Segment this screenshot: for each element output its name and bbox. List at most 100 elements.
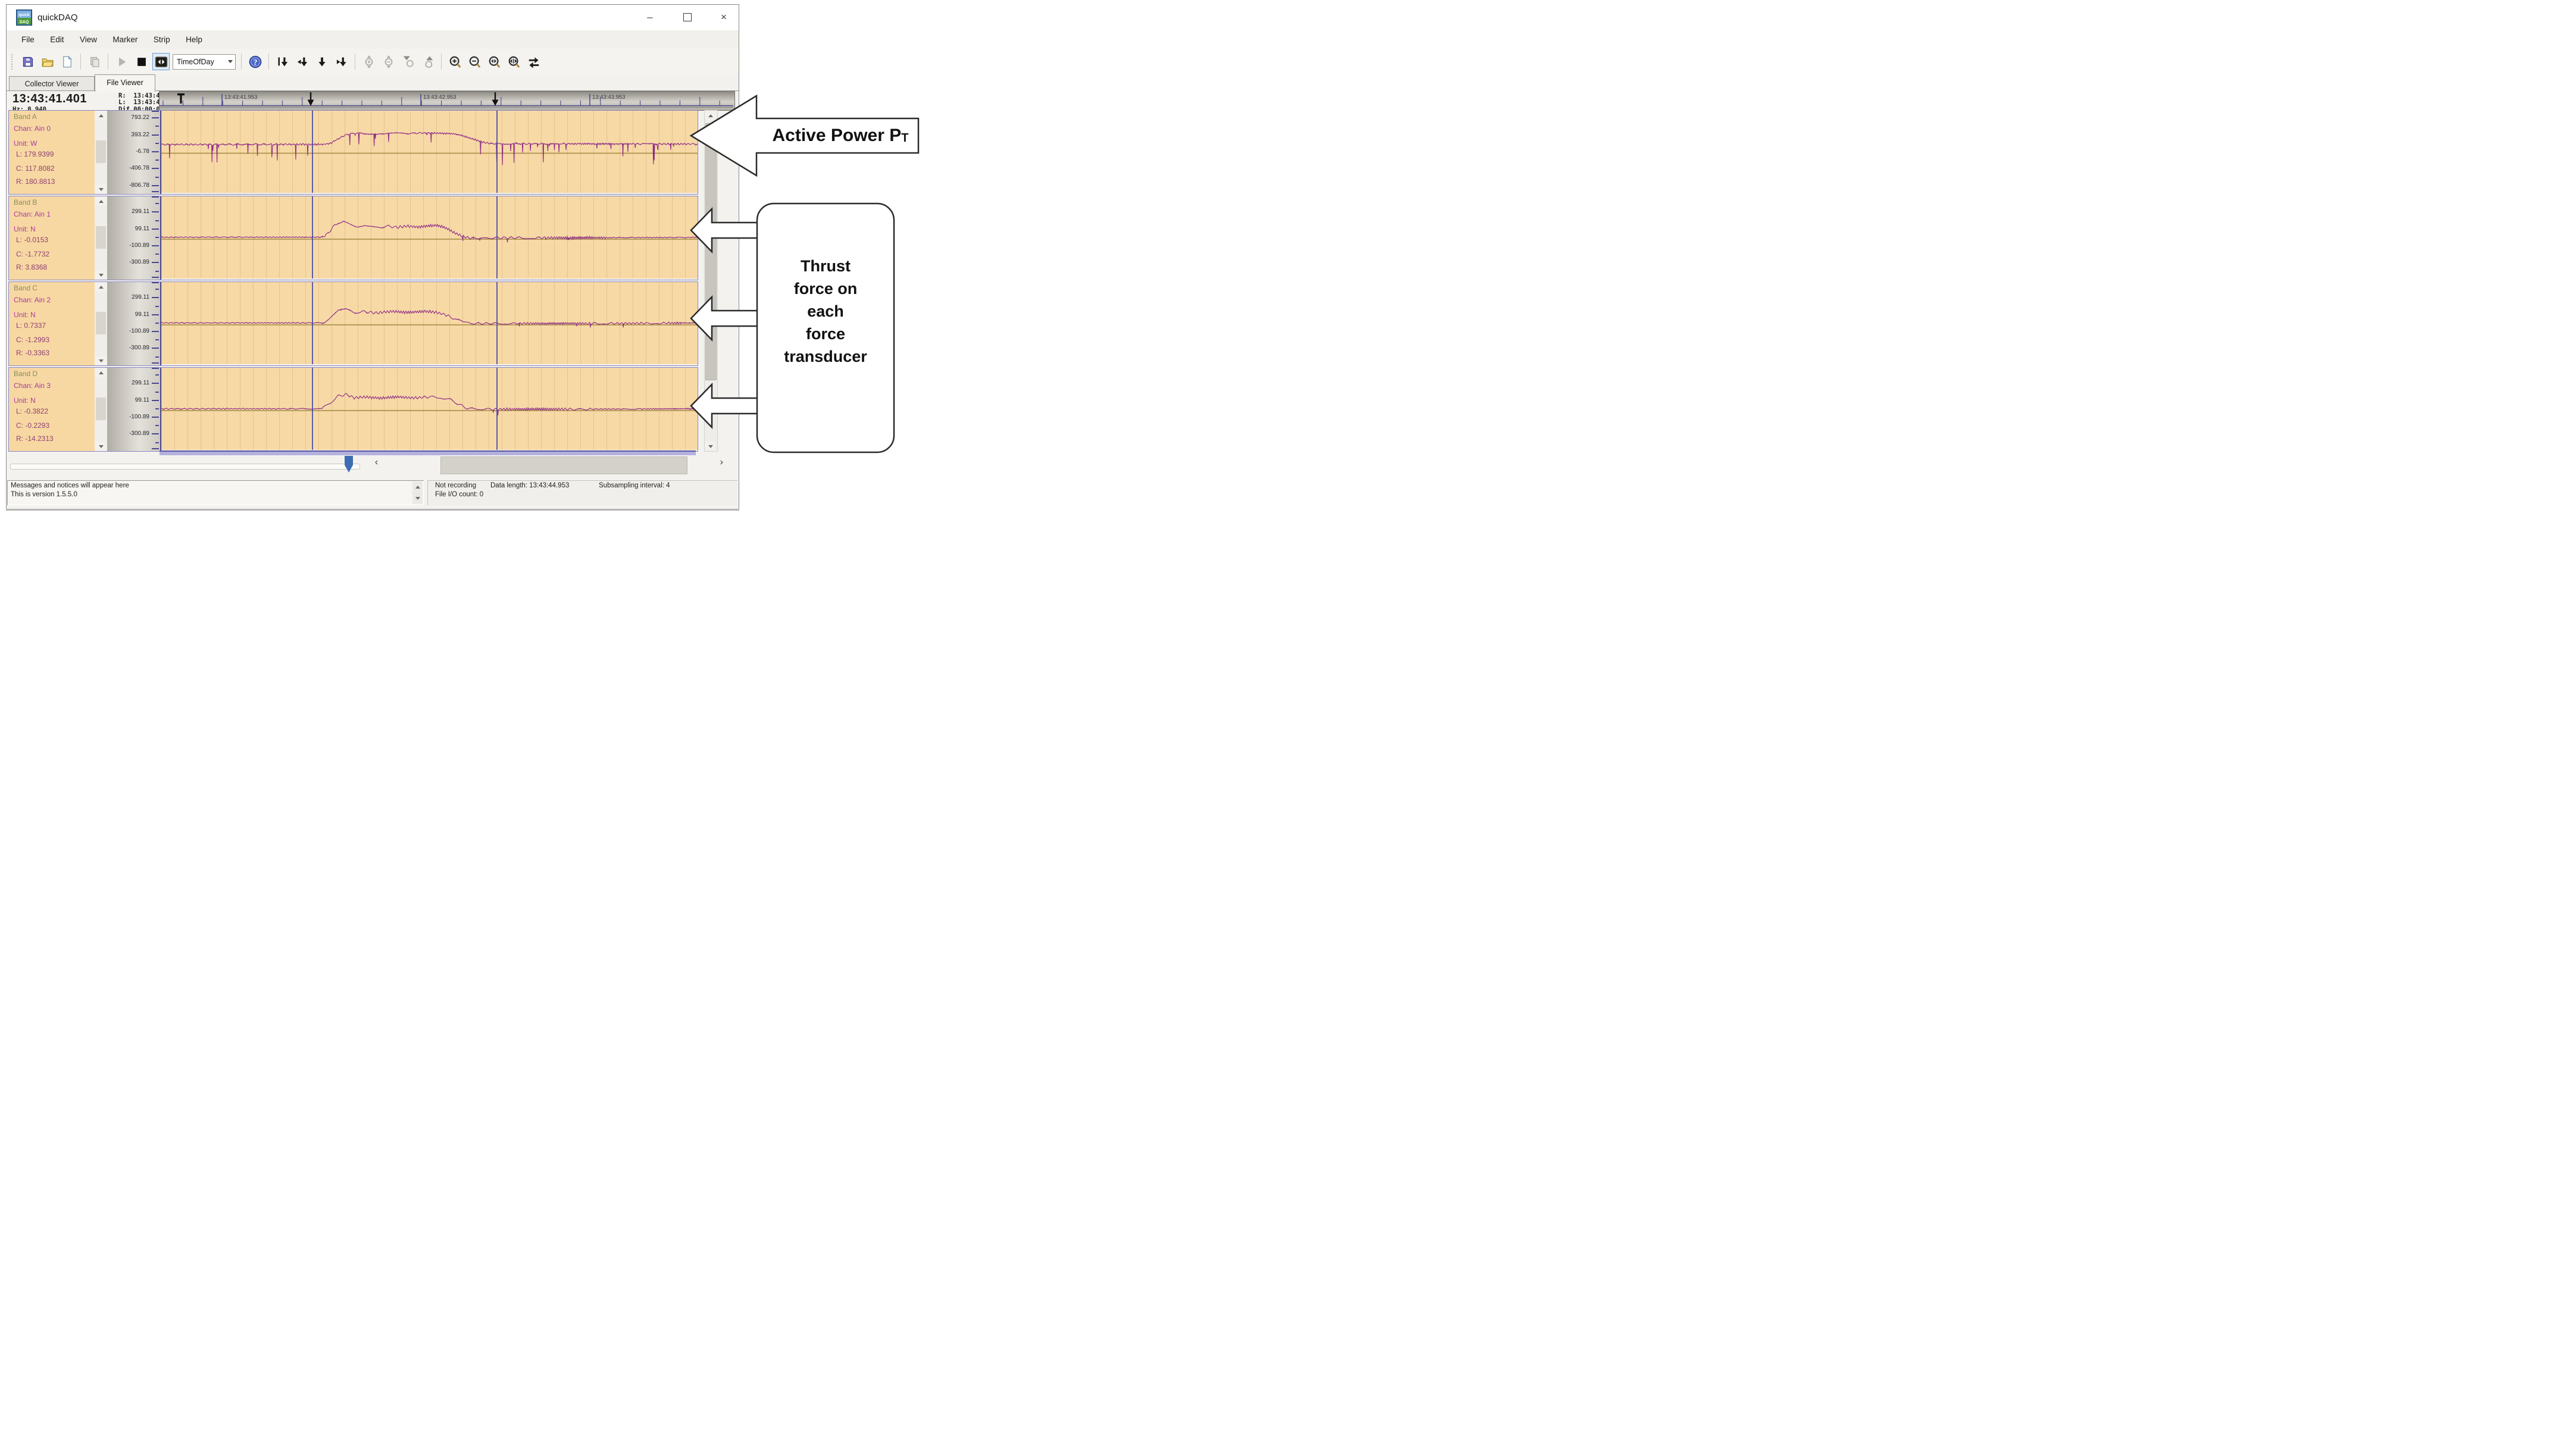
- band-a-scrollbar[interactable]: [95, 111, 108, 194]
- pan-swap-button[interactable]: [525, 53, 542, 70]
- marker-next-button[interactable]: [313, 53, 330, 70]
- svg-text:DAQ: DAQ: [20, 20, 29, 24]
- left-cursor-line[interactable]: [312, 196, 313, 279]
- scroll-thumb[interactable]: [96, 226, 106, 249]
- band-b-plot[interactable]: [161, 196, 698, 279]
- scroll-down-icon[interactable]: [95, 184, 107, 194]
- band-a-waveform: [161, 111, 698, 193]
- band-a-row: Band A Chan: Ain 0 Unit: W L: 179.9399 C…: [8, 110, 698, 195]
- band-a-plot[interactable]: [161, 111, 698, 193]
- marker-prev-button[interactable]: [293, 53, 311, 70]
- y-tick-label: 299.11: [132, 208, 149, 215]
- toolbar-separator: [441, 54, 442, 70]
- vzoom-in-icon: [362, 55, 376, 68]
- save-button[interactable]: [19, 53, 36, 70]
- band-d-scrollbar[interactable]: [95, 368, 108, 451]
- time-axis-combobox[interactable]: TimeOfDay: [173, 54, 236, 70]
- horizontal-scroll-thumb[interactable]: [440, 456, 687, 474]
- tab-collector-viewer[interactable]: Collector Viewer: [9, 76, 95, 91]
- scroll-thumb[interactable]: [96, 140, 106, 163]
- new-file-button[interactable]: [58, 53, 76, 70]
- scroll-left-icon[interactable]: ‹: [374, 456, 379, 468]
- scroll-thumb[interactable]: [96, 398, 106, 420]
- new-file-icon: [61, 56, 73, 68]
- subsampling-status: Subsampling interval: 4: [599, 482, 670, 489]
- band-b-waveform: [161, 196, 698, 279]
- scroll-thumb[interactable]: [96, 312, 106, 334]
- y-tick-label: -300.89: [129, 259, 149, 265]
- message-scroll-buttons[interactable]: [412, 481, 423, 504]
- strip-chart-toggle-button[interactable]: [152, 53, 170, 70]
- left-cursor-line[interactable]: [312, 282, 313, 364]
- band-b-scrollbar[interactable]: [95, 196, 108, 280]
- scroll-up-icon[interactable]: [705, 111, 716, 120]
- scroll-down-icon[interactable]: [95, 270, 107, 280]
- scroll-down-icon[interactable]: [705, 442, 716, 451]
- zoom-out-button[interactable]: [466, 53, 483, 70]
- position-track[interactable]: [10, 464, 360, 470]
- vzoom-out-button-disabled: [380, 53, 397, 70]
- zoom-horizontal-button[interactable]: [505, 53, 523, 70]
- band-c-scrollbar[interactable]: [95, 282, 108, 365]
- scroll-up-icon[interactable]: [95, 111, 107, 120]
- zoom-extents-button[interactable]: [486, 53, 503, 70]
- marker-first-button[interactable]: [274, 53, 291, 70]
- zoom-in-button[interactable]: [446, 53, 464, 70]
- position-marker[interactable]: [345, 456, 353, 473]
- pan-swap-icon: [527, 55, 540, 68]
- scroll-right-icon[interactable]: ›: [720, 456, 724, 468]
- scroll-up-icon[interactable]: [95, 282, 107, 292]
- band-unit: Unit: W: [14, 139, 37, 148]
- menu-marker[interactable]: Marker: [106, 30, 144, 49]
- time-ruler[interactable]: 13:43:41.95313:43:42.95313:43:43.953: [159, 91, 735, 111]
- band-d-plot[interactable]: [161, 368, 698, 450]
- menu-help[interactable]: Help: [179, 30, 209, 49]
- help-button[interactable]: ?: [246, 53, 264, 70]
- toolbar-grip[interactable]: [11, 54, 14, 70]
- thrust-line: transducer: [757, 345, 894, 368]
- vertical-scroll-thumb[interactable]: [705, 123, 717, 380]
- screenshot-root: quick DAQ quickDAQ – × File Edit View Ma…: [0, 0, 920, 512]
- menu-edit[interactable]: Edit: [43, 30, 70, 49]
- save-icon: [22, 56, 34, 68]
- band-left-value: L: 179.9399: [16, 150, 54, 158]
- combobox-dropdown-icon[interactable]: [226, 55, 235, 69]
- band-b-info-panel: Band B Chan: Ain 1 Unit: N L: -0.0153 C:…: [9, 196, 95, 280]
- right-cursor-line[interactable]: [496, 282, 498, 364]
- stop-icon: [136, 56, 148, 68]
- scroll-down-icon[interactable]: [412, 493, 423, 504]
- right-cursor-line[interactable]: [496, 111, 498, 193]
- scroll-up-icon[interactable]: [412, 481, 423, 493]
- marker-prev-icon: [296, 56, 308, 68]
- open-button[interactable]: [39, 53, 56, 70]
- maximize-button[interactable]: [674, 7, 701, 27]
- stop-button[interactable]: [133, 53, 150, 70]
- tab-file-viewer[interactable]: File Viewer: [95, 74, 155, 92]
- menu-file[interactable]: File: [15, 30, 41, 49]
- band-d-row: Band D Chan: Ain 3 Unit: N L: -0.3822 C:…: [8, 367, 698, 452]
- thrust-line: each: [757, 300, 894, 323]
- version-line: This is version 1.5.5.0: [11, 491, 77, 498]
- svg-text:13:43:41.953: 13:43:41.953: [224, 94, 257, 101]
- left-cursor-line[interactable]: [312, 368, 313, 450]
- scroll-up-icon[interactable]: [95, 368, 107, 377]
- close-button[interactable]: ×: [710, 7, 737, 27]
- marker-last-button[interactable]: [333, 53, 350, 70]
- scroll-up-icon[interactable]: [95, 196, 107, 206]
- band-left-value: L: -0.3822: [16, 407, 48, 415]
- band-a-info-panel: Band A Chan: Ain 0 Unit: W L: 179.9399 C…: [9, 111, 95, 194]
- right-cursor-line[interactable]: [496, 368, 498, 450]
- minimize-button[interactable]: –: [636, 7, 664, 27]
- thrust-line: Thrust: [757, 255, 894, 277]
- right-cursor-line[interactable]: [496, 196, 498, 279]
- band-label: Band B: [14, 198, 37, 206]
- band-unit: Unit: N: [14, 311, 36, 319]
- band-c-plot[interactable]: [161, 282, 698, 364]
- menu-view[interactable]: View: [73, 30, 104, 49]
- y-tick-label: -300.89: [129, 430, 149, 437]
- scroll-down-icon[interactable]: [95, 442, 107, 451]
- menu-strip[interactable]: Strip: [147, 30, 177, 49]
- band-label: Band A: [14, 112, 37, 121]
- scroll-down-icon[interactable]: [95, 356, 107, 365]
- left-cursor-line[interactable]: [312, 111, 313, 193]
